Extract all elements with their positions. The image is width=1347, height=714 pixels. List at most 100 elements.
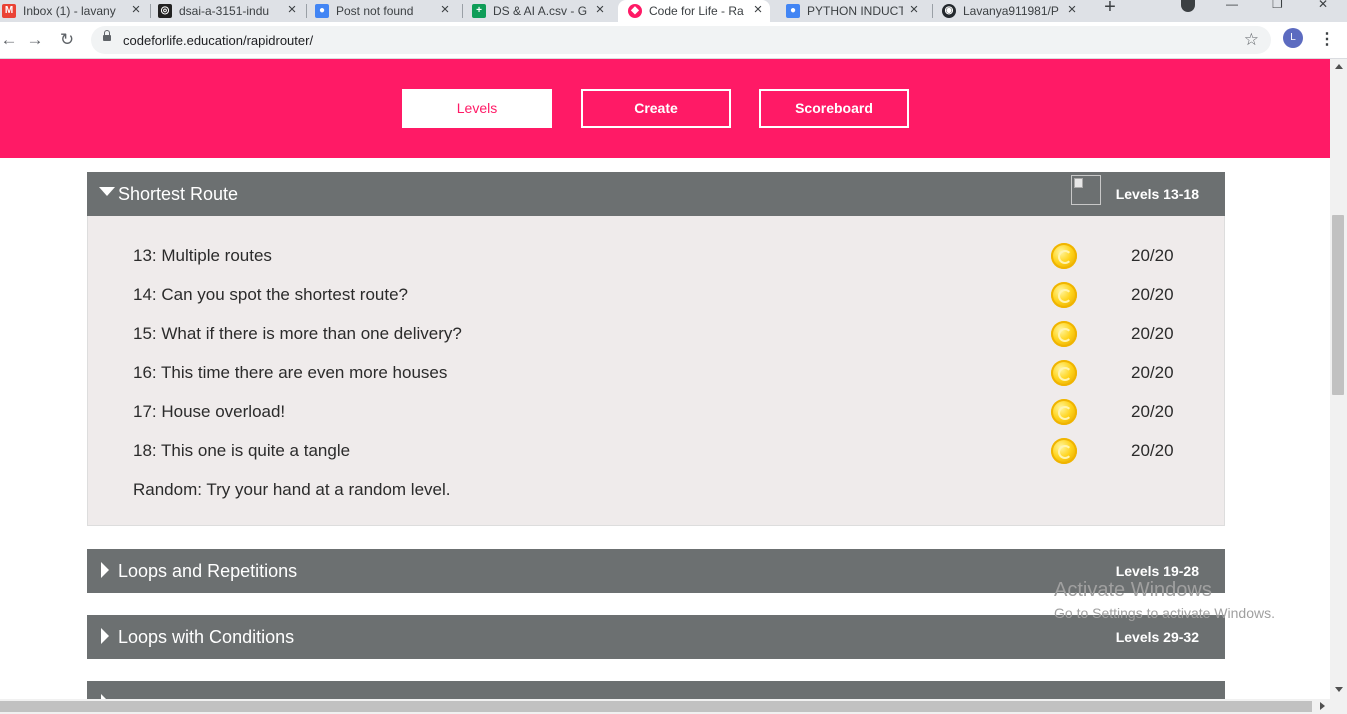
level-row[interactable]: 17: House overload! 20/20 [133, 398, 1193, 426]
browser-toolbar: ← → ↻ codeforlife.education/rapidrouter/… [0, 22, 1347, 59]
tab-title: Inbox (1) - lavany [23, 4, 116, 18]
back-arrow-icon[interactable]: ← [0, 31, 18, 49]
close-tab-icon[interactable]: × [1064, 2, 1080, 18]
scoreboard-button[interactable]: Scoreboard [759, 89, 909, 128]
close-tab-icon[interactable]: × [592, 2, 608, 18]
tab-title: Code for Life - Ra [649, 4, 744, 18]
tab-title: DS & AI A.csv - G [493, 4, 588, 18]
episode-level-list: 13: Multiple routes 20/20 14: Can you sp… [87, 216, 1225, 526]
gmail-icon: M [2, 4, 16, 18]
episode-header-loops-and-repetitions[interactable]: Loops and Repetitions Levels 19-28 [87, 549, 1225, 593]
person-icon: ● [786, 4, 800, 18]
levels-button[interactable]: Levels [402, 89, 552, 128]
github-icon: ◉ [942, 4, 956, 18]
browser-tab[interactable]: ● Post not found × [315, 0, 453, 22]
episode-title: Loops with Conditions [118, 627, 295, 647]
episode-level-range: Levels 19-28 [1115, 563, 1199, 579]
random-level-link[interactable]: Random: Try your hand at a random level. [133, 480, 451, 500]
browser-tab[interactable]: ◉ Lavanya911981/P × [942, 0, 1080, 22]
bookmark-star-icon[interactable]: ☆ [1244, 30, 1259, 50]
tab-title: Post not found [336, 4, 414, 18]
browser-tab[interactable]: M Inbox (1) - lavany × [2, 0, 144, 22]
level-row[interactable]: 14: Can you spot the shortest route? 20/… [133, 281, 1193, 309]
level-score: 20/20 [1131, 363, 1174, 382]
browser-tab[interactable]: + DS & AI A.csv - G × [472, 0, 608, 22]
caret-down-icon [99, 187, 115, 196]
tab-search-icon[interactable] [1181, 0, 1195, 12]
gold-coin-icon [1051, 399, 1077, 425]
level-link[interactable]: 14: Can you spot the shortest route? [133, 285, 408, 305]
tab-separator [932, 4, 933, 18]
level-row[interactable]: 15: What if there is more than one deliv… [133, 320, 1193, 348]
horizontal-scroll-thumb[interactable] [0, 701, 1312, 712]
tab-title: Lavanya911981/P [963, 4, 1059, 18]
instagram-icon: ◎ [158, 4, 172, 18]
gold-coin-icon [1051, 243, 1077, 269]
level-link[interactable]: 17: House overload! [133, 402, 285, 422]
level-row[interactable]: 18: This one is quite a tangle 20/20 [133, 437, 1193, 465]
gold-coin-icon [1051, 282, 1077, 308]
level-link[interactable]: 16: This time there are even more houses [133, 363, 447, 383]
level-score: 20/20 [1131, 441, 1174, 460]
episode-level-range: Levels 29-32 [1115, 629, 1199, 645]
broken-image-icon [1071, 175, 1101, 205]
sheets-icon: + [472, 4, 486, 18]
level-link[interactable]: 15: What if there is more than one deliv… [133, 324, 462, 344]
scroll-down-icon[interactable] [1335, 687, 1343, 692]
caret-right-icon [101, 628, 109, 644]
level-score: 20/20 [1131, 246, 1174, 265]
close-window-icon[interactable]: ✕ [1318, 0, 1328, 10]
episode-header-partial[interactable] [87, 681, 1225, 699]
url-text[interactable]: codeforlife.education/rapidrouter/ [123, 33, 313, 48]
episode-header-shortest-route[interactable]: Shortest Route Levels 13-18 [87, 172, 1225, 216]
browser-menu-icon[interactable]: ⋮ [1319, 30, 1335, 50]
close-tab-icon[interactable]: × [437, 2, 453, 18]
reload-icon[interactable]: ↻ [58, 31, 76, 49]
tab-separator [306, 4, 307, 18]
lock-icon[interactable] [103, 30, 111, 41]
browser-tab[interactable]: ● PYTHON INDUCT × [786, 0, 922, 22]
restore-icon[interactable]: ❐ [1272, 0, 1283, 10]
close-tab-icon[interactable]: × [284, 2, 300, 18]
caret-right-icon [101, 562, 109, 578]
forward-arrow-icon[interactable]: → [26, 31, 44, 49]
level-row[interactable]: 13: Multiple routes 20/20 [133, 242, 1193, 270]
level-score: 20/20 [1131, 285, 1174, 304]
scroll-up-icon[interactable] [1335, 64, 1343, 69]
create-button[interactable]: Create [581, 89, 731, 128]
level-score: 20/20 [1131, 324, 1174, 343]
gold-coin-icon [1051, 360, 1077, 386]
gold-coin-icon [1051, 321, 1077, 347]
page-viewport: Levels Create Scoreboard Shortest Route … [0, 59, 1330, 699]
minimize-icon[interactable]: — [1226, 0, 1238, 10]
close-tab-icon[interactable]: × [750, 2, 766, 18]
episode-title: Shortest Route [118, 184, 239, 204]
scroll-right-icon[interactable] [1320, 702, 1325, 710]
codeforlife-icon: ◆ [628, 4, 642, 18]
level-link[interactable]: 18: This one is quite a tangle [133, 441, 350, 461]
episode-header-loops-with-conditions[interactable]: Loops with Conditions Levels 29-32 [87, 615, 1225, 659]
person-icon: ● [315, 4, 329, 18]
level-link[interactable]: 13: Multiple routes [133, 246, 272, 266]
episode-level-range: Levels 13-18 [1115, 186, 1199, 202]
horizontal-scrollbar[interactable] [0, 699, 1347, 714]
vertical-scroll-thumb[interactable] [1332, 215, 1344, 395]
gold-coin-icon [1051, 438, 1077, 464]
random-level-row[interactable]: Random: Try your hand at a random level. [133, 476, 1193, 504]
tab-title: PYTHON INDUCT [807, 4, 903, 18]
vertical-scrollbar[interactable] [1330, 59, 1347, 699]
close-tab-icon[interactable]: × [906, 2, 922, 18]
new-tab-plus-icon[interactable]: + [1100, 0, 1120, 18]
address-bar[interactable]: codeforlife.education/rapidrouter/ ☆ [91, 26, 1271, 54]
level-row[interactable]: 16: This time there are even more houses… [133, 359, 1193, 387]
tab-separator [150, 4, 151, 18]
level-score: 20/20 [1131, 402, 1174, 421]
browser-tab[interactable]: ◎ dsai-a-3151-indu × [158, 0, 300, 22]
tab-separator [462, 4, 463, 18]
browser-tab-active[interactable]: ◆ Code for Life - Ra × [618, 0, 770, 22]
level-nav-bar: Levels Create Scoreboard [0, 59, 1330, 158]
browser-tab-strip: M Inbox (1) - lavany × ◎ dsai-a-3151-ind… [0, 0, 1347, 22]
profile-avatar[interactable]: L [1283, 28, 1303, 48]
close-tab-icon[interactable]: × [128, 2, 144, 18]
tab-title: dsai-a-3151-indu [179, 4, 270, 18]
